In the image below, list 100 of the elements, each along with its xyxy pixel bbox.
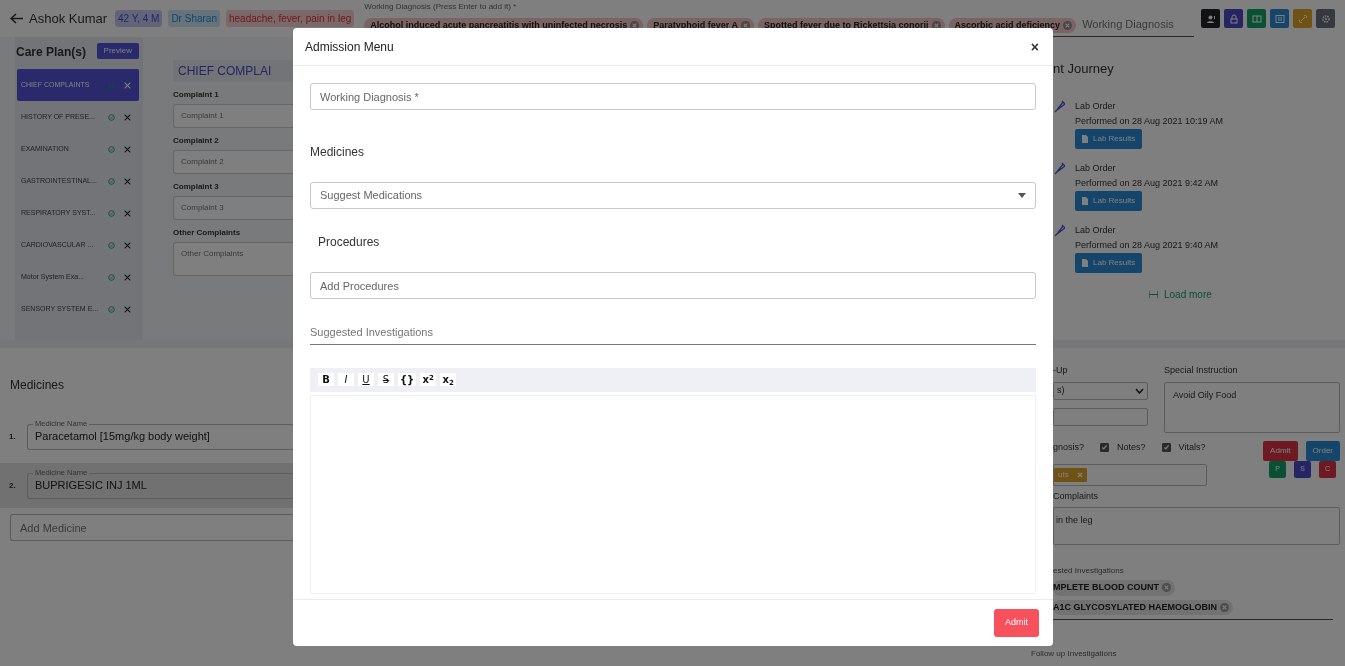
format-button[interactable]: I [338, 373, 354, 386]
field-value: Avoid Oily Food [1173, 388, 1237, 402]
document-icon [1082, 134, 1088, 143]
field-label: Complaint 2 [173, 135, 220, 147]
chip-text: Alcohol induced acute pancreatitis with uninfected necrosis [370, 18, 628, 32]
tag-chip: uts [1054, 467, 1087, 482]
format-button[interactable]: x$^{2}$ [420, 373, 437, 386]
load-more-link[interactable]: Load more [1149, 287, 1345, 303]
close-icon[interactable] [124, 273, 131, 281]
format-button[interactable]: B [318, 373, 334, 386]
syringe-icon [1053, 160, 1065, 175]
diagnosis-input[interactable]: Working Diagnosis [1080, 14, 1227, 33]
complaints-badge: headache, fever, pain in leg [225, 10, 355, 27]
text-area[interactable]: Avoid Oily Food [1164, 381, 1340, 433]
check-circle-icon [108, 209, 115, 217]
select-field[interactable]: s) [1053, 381, 1148, 400]
field-value: BUPRIGESIC INJ 1ML [35, 478, 147, 494]
lab-results-button[interactable]: Lab Results [1075, 129, 1143, 149]
section-heading: CHIEF COMPLAI [173, 60, 293, 82]
chip-text: Spotted fever due to Rickettsia conorii [764, 18, 929, 32]
medication-select[interactable]: Suggest Medications [310, 182, 1036, 209]
preview-button[interactable]: Preview [96, 43, 139, 59]
link-icon [1297, 13, 1308, 24]
field-label: Special Instruction [1164, 364, 1239, 377]
close-icon[interactable] [124, 177, 131, 185]
toolbar-button[interactable] [1270, 9, 1289, 28]
chip-text: Ascorbic acid deficiency [954, 18, 1061, 32]
text-area[interactable]: Other Complaints [173, 242, 293, 276]
lock-icon [1228, 13, 1239, 24]
field-value: in the leg [1056, 514, 1093, 527]
admit-button[interactable]: Admit [994, 609, 1039, 637]
section-heading: Medicines [310, 144, 366, 161]
field-label: -Up [1053, 364, 1069, 377]
text-area[interactable]: in the leg [1053, 507, 1340, 545]
modal-title: Admission Menu [305, 38, 394, 56]
field-label: Complaint 3 [173, 181, 220, 193]
check-circle-icon [108, 145, 115, 153]
toolbar-button[interactable] [1224, 9, 1243, 28]
input-field[interactable]: Complaint 2 [173, 150, 293, 174]
action-button[interactable]: Admit [1263, 440, 1298, 461]
working-diagnosis-field[interactable]: Working Diagnosis * [310, 83, 1036, 110]
field-label: ested Investigations [1053, 565, 1125, 577]
row-number: 2. [9, 479, 17, 492]
checkbox[interactable] [1161, 442, 1171, 452]
field-label: Complaints [1053, 489, 1100, 503]
entry-date: Performed on 28 Aug 2021 10:19 AM [1075, 114, 1224, 128]
chip-text: Paratyphoid fever A [653, 18, 739, 32]
field-value: Paracetamol [15mg/kg body weight] [35, 429, 210, 445]
add-medicine-field[interactable]: Add Medicine [10, 514, 293, 541]
field-label: Follow up Investigations [1031, 650, 1118, 659]
entry-title: Lab Order [1075, 99, 1117, 113]
toolbar-button[interactable] [1201, 9, 1220, 28]
lab-results-button[interactable]: Lab Results [1075, 253, 1143, 274]
format-button[interactable]: U [358, 373, 374, 386]
field-label: Other Complaints [173, 227, 242, 239]
entry-title: Lab Order [1075, 223, 1117, 237]
row-number: 1. [9, 430, 17, 443]
section-title: Care Plan(s) [16, 44, 87, 61]
checkbox[interactable] [1100, 442, 1110, 452]
procedures-field[interactable]: Add Procedures [310, 272, 1036, 299]
syringe-icon [1053, 98, 1065, 113]
back-arrow-icon[interactable] [10, 13, 23, 24]
settings-icon [1320, 13, 1331, 24]
close-button[interactable]: × [1028, 39, 1041, 54]
document-icon [1082, 259, 1088, 268]
format-button[interactable]: S [378, 373, 394, 386]
chip-text: A1C GLYCOSYLATED HAEMOGLOBIN [1053, 600, 1217, 614]
close-icon[interactable] [124, 113, 131, 121]
close-icon[interactable] [124, 241, 131, 249]
lab-results-button[interactable]: Lab Results [1075, 191, 1143, 211]
document-icon [1082, 197, 1088, 206]
checkbox-label: gnosis? [1053, 440, 1085, 454]
check-circle-icon [108, 177, 115, 185]
syringe-icon [1053, 222, 1065, 237]
checkbox-label: Vitals? [1178, 440, 1206, 454]
doctor-badge: Dr Sharan [168, 10, 220, 27]
select-value: s) [1057, 383, 1065, 397]
field-label: Complaint 1 [173, 89, 220, 101]
format-button[interactable]: x$_{2}$ [440, 373, 457, 386]
card-icon [1274, 13, 1285, 24]
section-heading: Procedures [318, 234, 381, 251]
user-icon [1205, 13, 1216, 24]
action-button[interactable]: Order [1305, 440, 1340, 461]
close-icon[interactable] [124, 209, 131, 217]
close-icon[interactable] [124, 305, 131, 313]
input-field[interactable] [1053, 407, 1148, 426]
entry-date: Performed on 28 Aug 2021 9:42 AM [1075, 177, 1219, 190]
section-title: nt Journey [1053, 60, 1115, 78]
book-icon [1251, 13, 1262, 24]
check-circle-icon [108, 241, 115, 249]
patient-name: Ashok Kumar [29, 9, 108, 28]
toolbar-button[interactable] [1316, 9, 1335, 28]
entry-date: Performed on 28 Aug 2021 9:40 AM [1075, 239, 1219, 253]
expand-icon [1149, 291, 1158, 299]
format-button[interactable]: {} [398, 373, 417, 386]
section-title: Medicines [10, 377, 66, 394]
tag-field[interactable]: uts [1053, 463, 1207, 486]
entry-title: Lab Order [1075, 161, 1117, 175]
input-field[interactable]: Complaint 1 [173, 104, 293, 128]
close-icon[interactable] [124, 145, 131, 153]
